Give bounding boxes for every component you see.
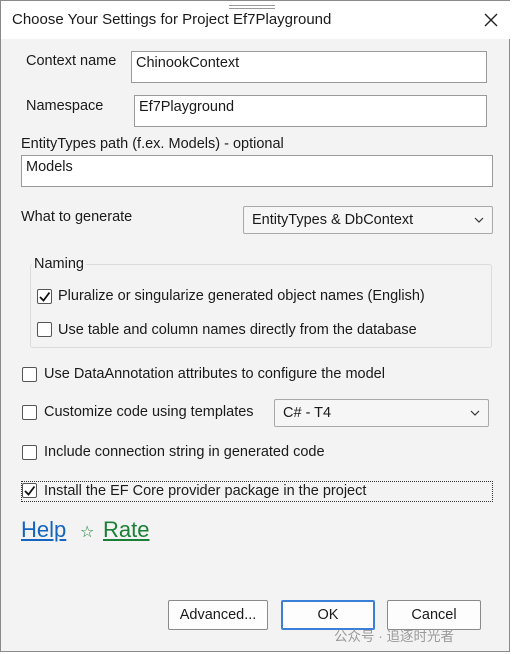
settings-dialog: Choose Your Settings for Project Ef7Play… — [0, 0, 511, 652]
help-link[interactable]: Help — [21, 517, 66, 543]
close-button[interactable] — [477, 7, 505, 33]
dialog-title: Choose Your Settings for Project Ef7Play… — [12, 11, 332, 28]
data-annotations-checkbox[interactable] — [22, 367, 37, 382]
templates-select[interactable]: C# - T4 — [274, 399, 489, 427]
title-bar[interactable]: Choose Your Settings for Project Ef7Play… — [1, 1, 511, 39]
connection-string-label[interactable]: Include connection string in generated c… — [44, 444, 325, 460]
install-provider-checkbox[interactable] — [22, 483, 37, 498]
close-icon — [484, 13, 498, 27]
entity-path-input[interactable]: Models — [21, 155, 493, 187]
generate-select[interactable]: EntityTypes & DbContext — [243, 206, 493, 234]
namespace-input[interactable]: Ef7Playground — [134, 95, 487, 127]
rate-link[interactable]: Rate — [103, 517, 149, 543]
star-icon: ☆ — [80, 524, 95, 541]
naming-group-title: Naming — [32, 256, 86, 272]
templates-selected: C# - T4 — [283, 405, 332, 421]
checkmark-icon — [39, 291, 51, 302]
chevron-down-icon — [470, 410, 480, 416]
generate-selected: EntityTypes & DbContext — [252, 212, 414, 228]
watermark: 公众号 · 追逐时光者 — [334, 629, 454, 644]
context-name-label: Context name — [26, 53, 117, 69]
generate-label: What to generate — [21, 209, 133, 225]
connection-string-checkbox[interactable] — [22, 445, 37, 460]
use-db-names-checkbox[interactable] — [37, 322, 52, 337]
advanced-button[interactable]: Advanced... — [168, 600, 268, 630]
chevron-down-icon — [474, 217, 484, 223]
data-annotations-label[interactable]: Use DataAnnotation attributes to configu… — [44, 366, 385, 382]
pluralize-checkbox[interactable] — [37, 289, 52, 304]
use-db-names-label[interactable]: Use table and column names directly from… — [58, 322, 417, 338]
namespace-label: Namespace — [26, 98, 104, 114]
pluralize-label[interactable]: Pluralize or singularize generated objec… — [58, 288, 425, 304]
install-provider-label[interactable]: Install the EF Core provider package in … — [44, 483, 366, 499]
templates-checkbox[interactable] — [22, 405, 37, 420]
checkmark-icon — [24, 485, 36, 496]
templates-label[interactable]: Customize code using templates — [44, 404, 254, 420]
entity-path-label: EntityTypes path (f.ex. Models) - option… — [21, 136, 284, 152]
context-name-input[interactable]: ChinookContext — [131, 51, 487, 83]
